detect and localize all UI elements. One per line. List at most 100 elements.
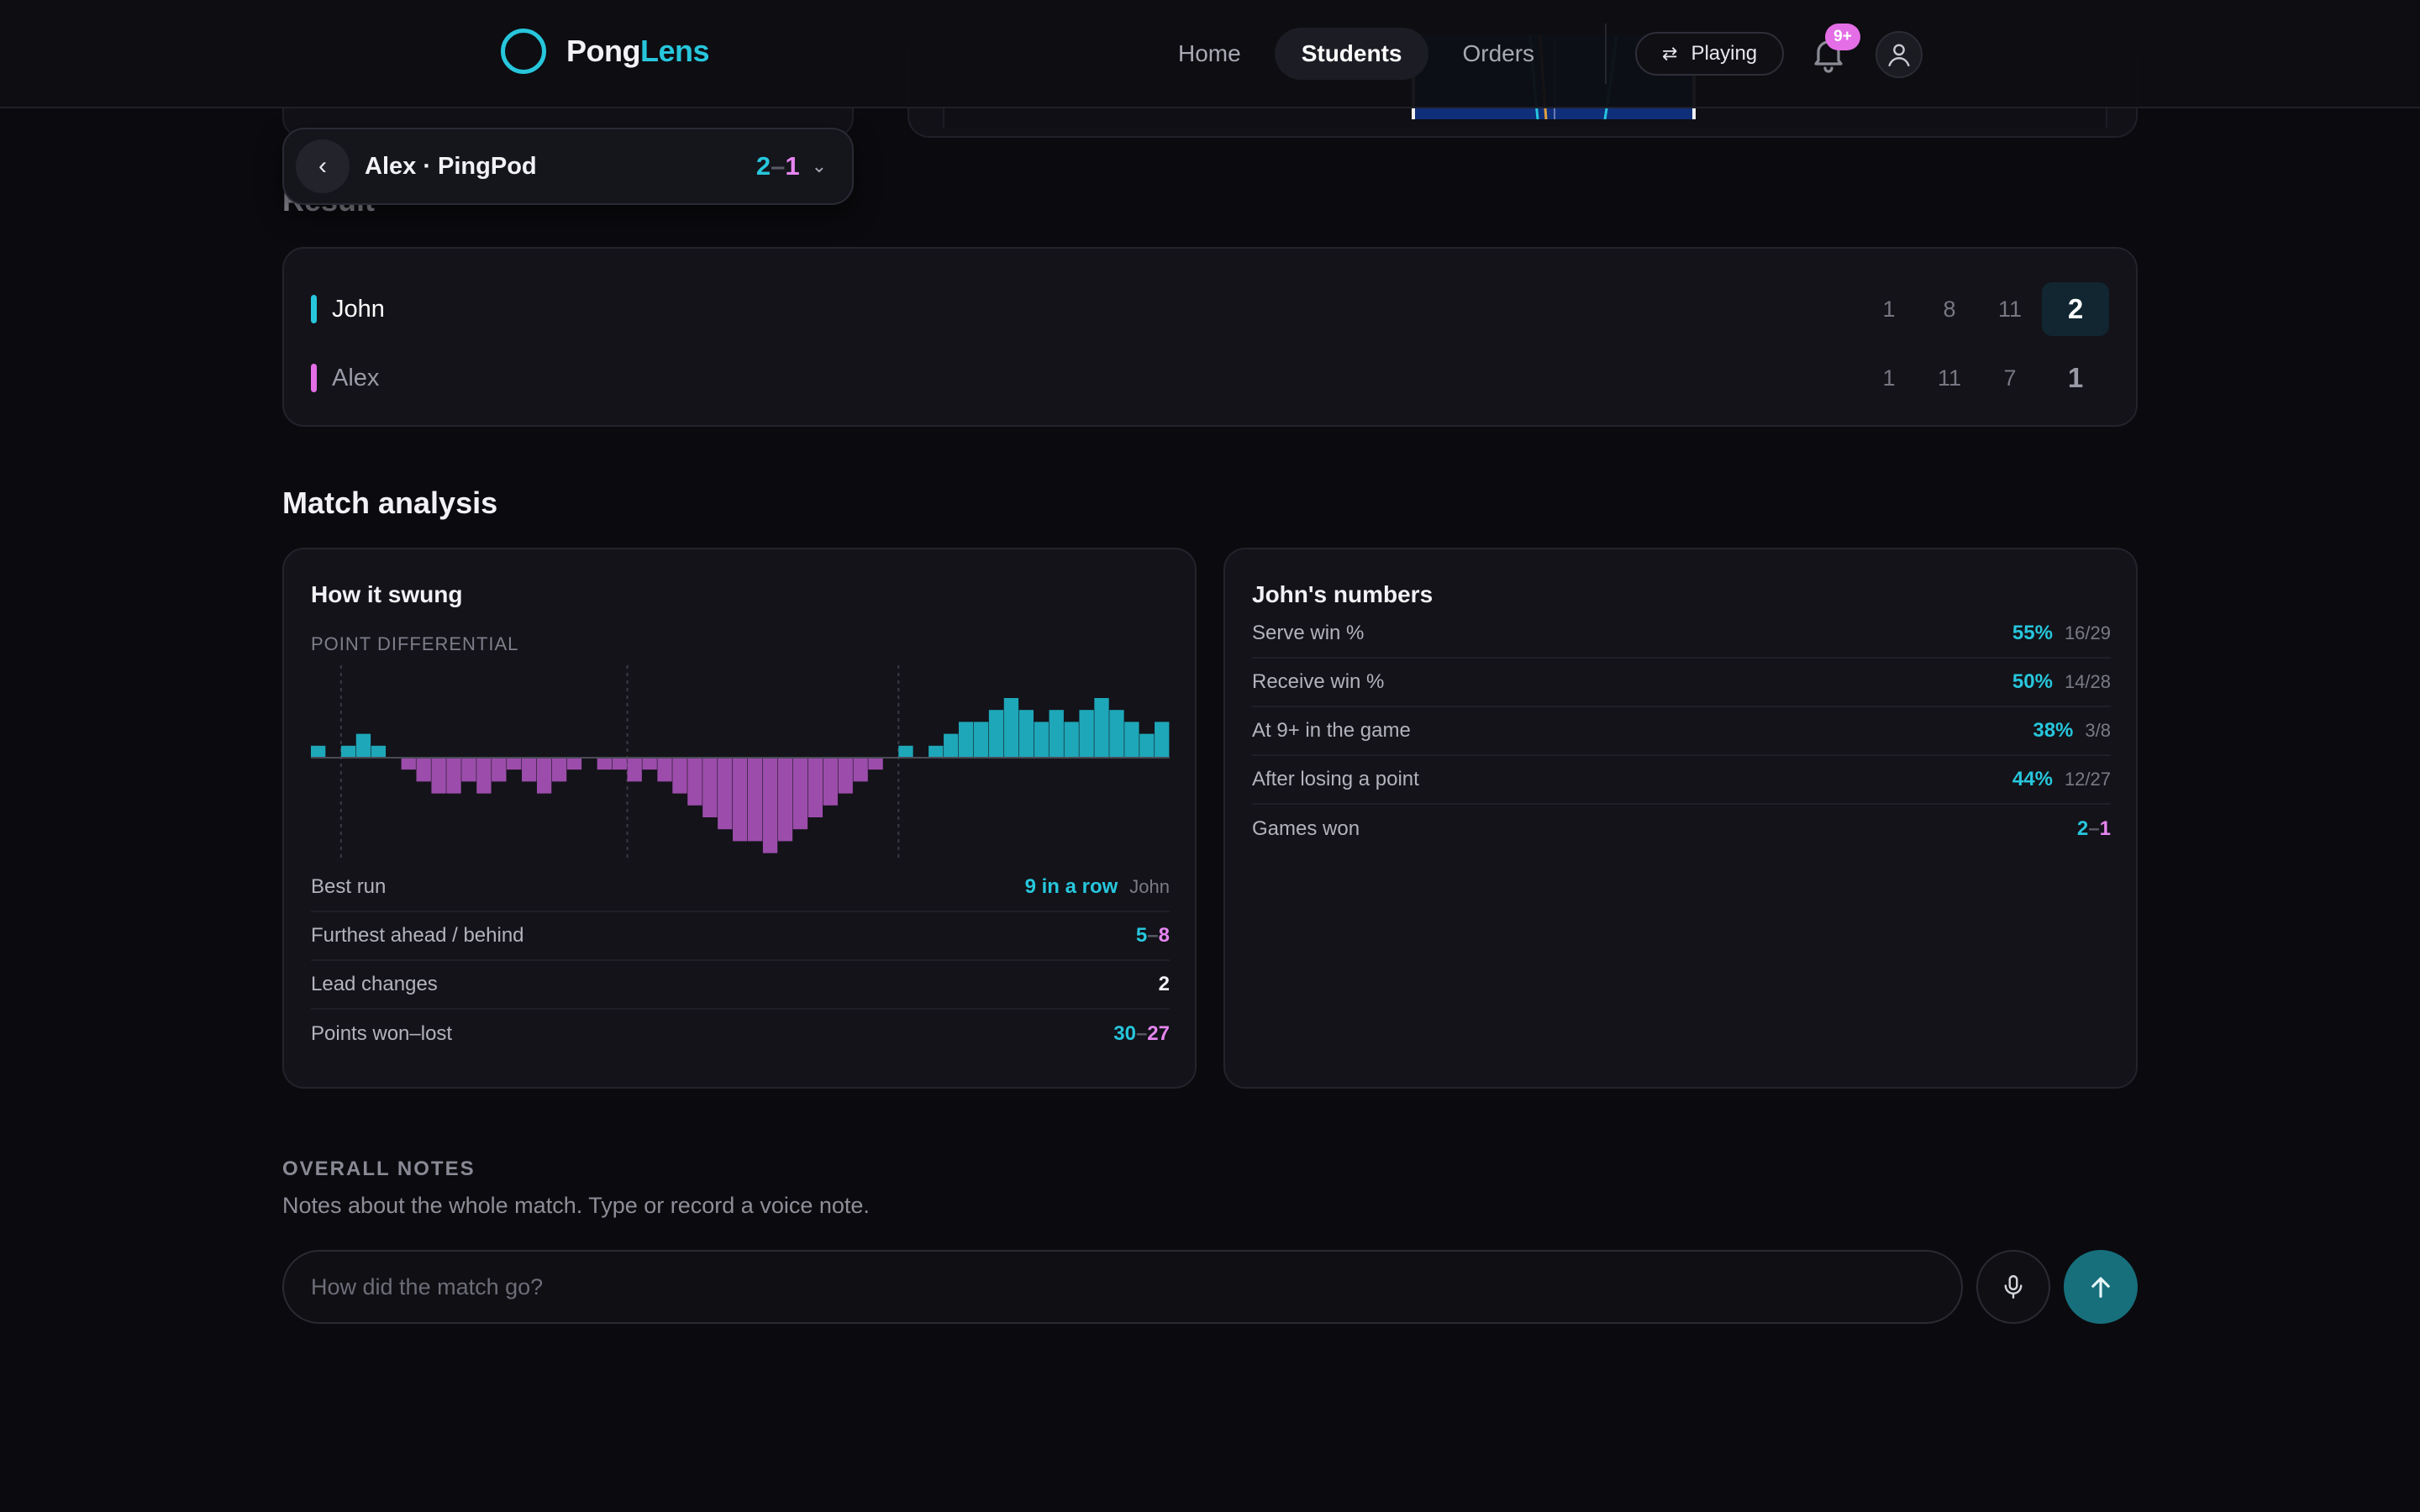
point-differential-chart [311, 665, 1170, 862]
back-button[interactable]: ‹ [296, 139, 350, 193]
player-name: Alex [332, 364, 380, 391]
game-score: 11 [1997, 296, 2023, 322]
differential-bar [355, 733, 371, 758]
playing-toggle-button[interactable]: ⇄ Playing [1635, 32, 1785, 76]
games-total: 1 [2067, 362, 2084, 393]
stat-row-lead-changes: Lead changes 2 [311, 961, 1170, 1010]
differential-bar [401, 758, 416, 770]
nav-item-home[interactable]: Home [1151, 28, 1268, 80]
differential-bar [1124, 722, 1139, 758]
stat-row-serve-win: Serve win % 55% 16/29 [1252, 610, 2111, 659]
overall-notes-label: OVERALL NOTES [282, 1158, 476, 1180]
user-avatar[interactable] [1876, 31, 1923, 78]
swing-card-title: How it swung [311, 581, 463, 607]
arrow-up-icon [2091, 1277, 2110, 1298]
top-navigation-bar: PongLens Home Students Orders ⇄ Playing … [0, 0, 2420, 108]
player-name: John [332, 295, 385, 323]
differential-bar [627, 758, 642, 782]
result-row-alex: Alex 1 11 7 1 [311, 351, 2109, 405]
swing-card: How it swung POINT DIFFERENTIAL Best run… [282, 548, 1197, 1089]
microphone-icon [2004, 1275, 2023, 1299]
match-score: 2–1 [755, 151, 800, 181]
differential-bar [944, 733, 959, 758]
stat-row-at-nine-plus: At 9+ in the game 38% 3/8 [1252, 707, 2111, 756]
differential-bar [929, 745, 944, 758]
differential-bar [446, 758, 461, 794]
chart-label: POINT DIFFERENTIAL [311, 633, 519, 654]
overall-notes-description: Notes about the whole match. Type or rec… [282, 1193, 870, 1218]
brand-logo[interactable]: PongLens [501, 29, 710, 74]
send-note-button[interactable] [2064, 1250, 2138, 1324]
differential-bar [777, 758, 793, 842]
differential-bar [551, 758, 567, 782]
notes-input[interactable] [282, 1250, 1963, 1324]
differential-bar [958, 722, 974, 758]
differential-bar [536, 758, 552, 794]
differential-bar [371, 745, 387, 758]
differential-bar [1049, 710, 1064, 758]
match-selector[interactable]: ‹ Alex · PingPod 2–1 ⌄ [282, 128, 854, 205]
differential-bar [1018, 710, 1034, 758]
game-score: 1 [1882, 296, 1896, 322]
player-color-bar [311, 295, 317, 323]
differential-bar [566, 758, 582, 770]
differential-bar [687, 758, 702, 806]
game-score: 8 [1943, 296, 1956, 322]
differential-bar [1155, 722, 1170, 758]
main-nav: Home Students Orders [1151, 28, 1561, 80]
differential-bar [988, 710, 1004, 758]
match-title: Alex · PingPod [365, 152, 537, 180]
differential-bar [672, 758, 687, 794]
logo-ring-icon [501, 29, 546, 74]
player-stats: Serve win % 55% 16/29 Receive win % 50% … [1252, 610, 2111, 853]
differential-bar [838, 758, 853, 794]
result-card: John 1 8 11 2 Alex 1 11 7 1 [282, 247, 2138, 427]
differential-bar [657, 758, 672, 782]
user-icon [1888, 44, 1910, 66]
differential-bar [792, 758, 808, 830]
differential-bar [973, 722, 989, 758]
differential-bar [808, 758, 823, 817]
nav-item-students[interactable]: Students [1274, 28, 1429, 80]
chevron-down-icon[interactable]: ⌄ [812, 155, 827, 177]
player-numbers-card: John's numbers Serve win % 55% 16/29 Rec… [1223, 548, 2138, 1089]
nav-divider [1605, 24, 1607, 84]
differential-bar [476, 758, 492, 794]
differential-bar [747, 758, 763, 842]
stat-row-games-won: Games won 2–1 [1252, 817, 2111, 840]
swing-stats: Best run 9 in a row John Furthest ahead … [311, 864, 1170, 1058]
stat-row-after-losing: After losing a point 44% 12/27 [1252, 756, 2111, 805]
stat-row-furthest: Furthest ahead / behind 5–8 [311, 912, 1170, 961]
stat-row-best-run: Best run 9 in a row John [311, 864, 1170, 912]
differential-bar [492, 758, 507, 782]
stat-row-receive-win: Receive win % 50% 14/28 [1252, 659, 2111, 707]
differential-bar [1064, 722, 1079, 758]
nav-item-orders[interactable]: Orders [1435, 28, 1561, 80]
differential-bar [898, 745, 913, 758]
record-voice-button[interactable] [1976, 1250, 2050, 1324]
result-row-john: John 1 8 11 2 [311, 282, 2109, 336]
differential-bar [1003, 698, 1019, 758]
differential-bar [340, 745, 356, 758]
differential-bar [522, 758, 537, 782]
player-numbers-title: John's numbers [1252, 581, 1434, 607]
stat-row-points-won-lost: Points won–lost 30–27 [311, 1022, 1170, 1045]
differential-bar [1109, 710, 1124, 758]
differential-bar [1094, 698, 1109, 758]
differential-bar [823, 758, 838, 806]
differential-bar [416, 758, 431, 782]
differential-bar [1034, 722, 1049, 758]
match-analysis-title: Match analysis [282, 486, 498, 520]
differential-bar [733, 758, 748, 842]
game-score: 7 [2003, 365, 2017, 391]
swap-arrows-icon: ⇄ [1662, 43, 1678, 64]
differential-bar [868, 758, 883, 770]
player-color-bar [311, 364, 317, 392]
playing-label: Playing [1691, 42, 1758, 65]
notification-count-badge: 9+ [1825, 24, 1860, 50]
brand-name: PongLens [566, 34, 710, 68]
differential-bar [1079, 710, 1094, 758]
game-score: 1 [1882, 365, 1896, 391]
differential-bar [718, 758, 733, 830]
differential-bar [702, 758, 718, 817]
